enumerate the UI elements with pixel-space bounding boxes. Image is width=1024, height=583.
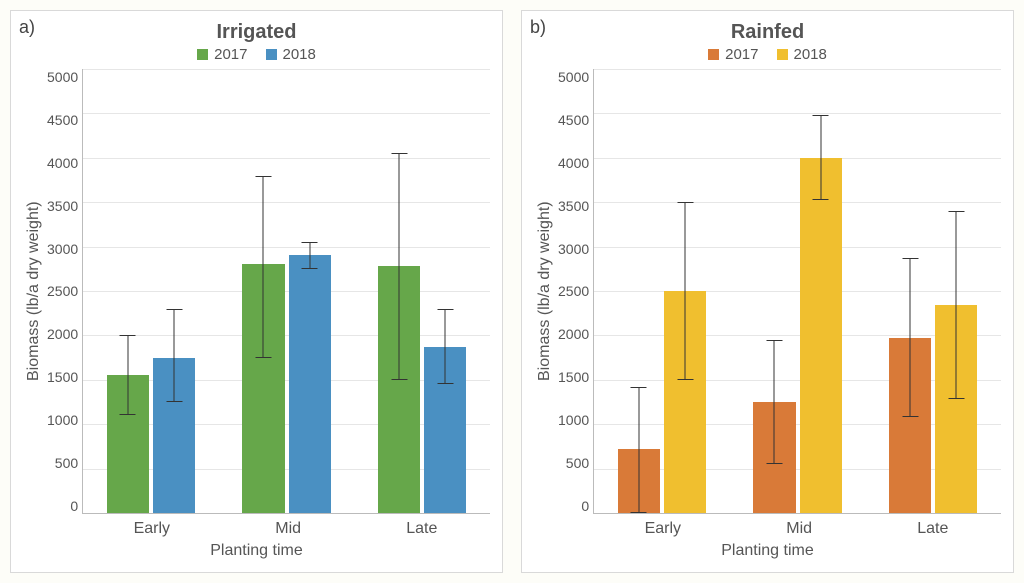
y-tick: 0: [581, 498, 589, 514]
error-bar-icon: [820, 115, 821, 200]
bar-group: [880, 69, 986, 513]
x-axis-label: Planting time: [534, 542, 1001, 560]
error-bar-icon: [263, 176, 264, 358]
y-tick: 1000: [558, 412, 589, 428]
legend-label: 2018: [283, 46, 316, 63]
error-bar-icon: [774, 340, 775, 464]
y-tick: 3000: [47, 241, 78, 257]
y-tick: 500: [55, 455, 78, 471]
legend: 2017 2018: [534, 46, 1001, 63]
y-tick: 4500: [558, 112, 589, 128]
y-tick: 2000: [558, 326, 589, 342]
chart-title: Irrigated: [23, 21, 490, 44]
bar-group: [745, 69, 851, 513]
x-axis-label: Planting time: [23, 542, 490, 560]
bar: [800, 69, 842, 513]
bar: [289, 69, 331, 513]
error-bar-icon: [910, 258, 911, 417]
y-tick: 2500: [558, 283, 589, 299]
error-bar-icon: [956, 211, 957, 399]
y-tick: 3500: [47, 198, 78, 214]
panel-tag: b): [530, 17, 546, 38]
x-tick: Early: [134, 520, 170, 538]
y-tick: 2500: [47, 283, 78, 299]
y-axis-ticks: 5000450040003500300025002000150010005000: [556, 69, 593, 514]
bar: [935, 69, 977, 513]
plot-area: [593, 69, 1001, 514]
chart-panel-rainfed: b)Rainfed 2017 2018 Biomass (lb/a dry weigh…: [521, 10, 1014, 573]
bar-group: [369, 69, 475, 513]
error-bar-icon: [174, 309, 175, 402]
x-tick: Early: [645, 520, 681, 538]
chart-title: Rainfed: [534, 21, 1001, 44]
bar: [424, 69, 466, 513]
legend-label: 2017: [725, 46, 758, 63]
y-tick: 0: [70, 498, 78, 514]
y-tick: 4500: [47, 112, 78, 128]
y-axis-ticks: 5000450040003500300025002000150010005000: [45, 69, 82, 514]
legend-item: 2017: [708, 46, 758, 63]
bar: [618, 69, 660, 513]
bar-group: [234, 69, 340, 513]
y-tick: 3500: [558, 198, 589, 214]
bar: [107, 69, 149, 513]
legend-swatch-icon: [266, 49, 277, 60]
bar: [153, 69, 195, 513]
bar: [753, 69, 795, 513]
x-axis-ticks: Early Mid Late: [592, 520, 1001, 538]
bar-group: [98, 69, 204, 513]
y-tick: 3000: [558, 241, 589, 257]
error-bar-icon: [399, 153, 400, 379]
x-tick: Late: [917, 520, 948, 538]
legend-item: 2018: [777, 46, 827, 63]
y-tick: 1500: [558, 369, 589, 385]
legend-swatch-icon: [708, 49, 719, 60]
y-tick: 1500: [47, 369, 78, 385]
y-tick: 1000: [47, 412, 78, 428]
y-tick: 4000: [558, 155, 589, 171]
x-axis-ticks: Early Mid Late: [81, 520, 490, 538]
y-tick: 500: [566, 455, 589, 471]
y-axis-label: Biomass (lb/a dry weight): [534, 69, 556, 514]
x-tick: Mid: [275, 520, 301, 538]
error-bar-icon: [445, 309, 446, 384]
bar: [378, 69, 420, 513]
legend-item: 2018: [266, 46, 316, 63]
legend-label: 2018: [794, 46, 827, 63]
error-bar-icon: [309, 242, 310, 269]
bar: [664, 69, 706, 513]
bar: [242, 69, 284, 513]
legend-swatch-icon: [777, 49, 788, 60]
panel-tag: a): [19, 17, 35, 38]
legend-item: 2017: [197, 46, 247, 63]
y-tick: 4000: [47, 155, 78, 171]
y-tick: 5000: [558, 69, 589, 85]
error-bar-icon: [127, 335, 128, 415]
x-tick: Late: [406, 520, 437, 538]
y-tick: 5000: [47, 69, 78, 85]
y-tick: 2000: [47, 326, 78, 342]
y-axis-label: Biomass (lb/a dry weight): [23, 69, 45, 514]
bar-group: [609, 69, 715, 513]
legend-label: 2017: [214, 46, 247, 63]
error-bar-icon: [685, 202, 686, 380]
plot-area: [82, 69, 490, 514]
bar: [889, 69, 931, 513]
chart-panel-irrigated: a)Irrigated 2017 2018 Biomass (lb/a dry wei…: [10, 10, 503, 573]
legend-swatch-icon: [197, 49, 208, 60]
legend: 2017 2018: [23, 46, 490, 63]
x-tick: Mid: [786, 520, 812, 538]
error-bar-icon: [638, 387, 639, 513]
